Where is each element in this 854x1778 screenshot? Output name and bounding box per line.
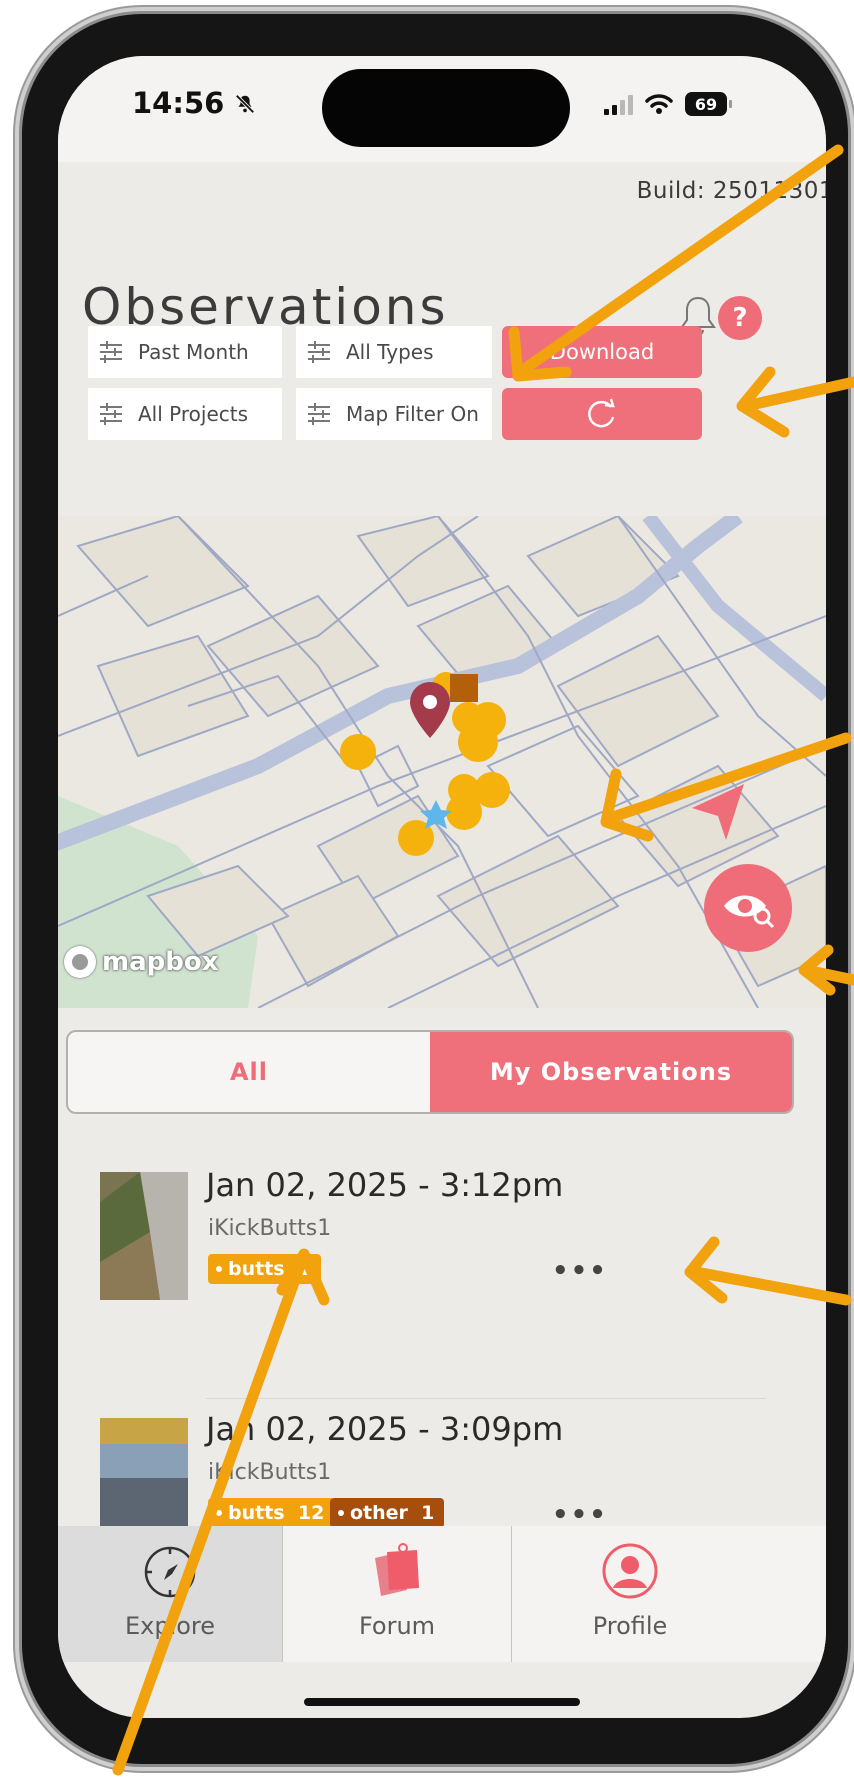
annotation-arrow [112, 1248, 330, 1776]
annotation-arrow [508, 144, 844, 382]
annotation-arrow [736, 366, 854, 438]
annotation-arrow [798, 944, 854, 996]
annotation-arrows [112, 144, 854, 1776]
annotation-arrow [600, 732, 852, 842]
annotation-arrow [684, 1236, 852, 1306]
